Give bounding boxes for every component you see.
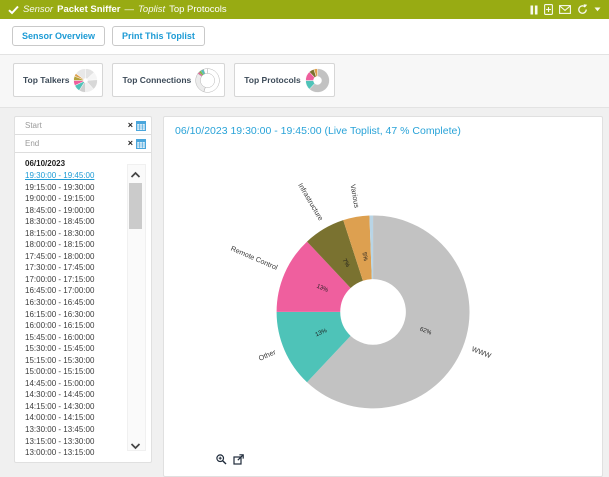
open-in-new-button[interactable] <box>233 454 244 465</box>
external-link-icon <box>233 454 244 465</box>
donut-chart-icon <box>304 67 331 94</box>
sensor-header: Sensor Packet Sniffer — Toplist Top Prot… <box>0 0 609 19</box>
chevron-down-icon <box>129 441 142 451</box>
envelope-icon <box>559 5 571 14</box>
tab-top-protocols[interactable]: Top Protocols <box>234 63 335 97</box>
toplist-chart-panel: 06/10/2023 19:30:00 - 19:45:00 (Live Top… <box>163 116 603 477</box>
calendar-icon <box>136 121 146 131</box>
tab-label: Top Connections <box>122 75 191 85</box>
segment-label: Other <box>257 348 277 363</box>
donut-segment <box>196 73 206 91</box>
sensor-type-label: Sensor <box>23 4 53 15</box>
scroll-up-button[interactable] <box>129 167 142 177</box>
caret-down-icon <box>594 7 601 12</box>
start-date-input[interactable] <box>23 120 125 131</box>
sensor-name: Packet Sniffer <box>57 4 120 15</box>
end-date-field-row: × <box>15 135 151 153</box>
toplist-label: Toplist <box>138 4 165 15</box>
toplist-name: Top Protocols <box>169 4 227 15</box>
chevron-up-icon <box>129 170 142 180</box>
pie-chart-icon <box>72 67 99 94</box>
zoom-chart-button[interactable] <box>216 454 227 465</box>
segment-label: Remote Control <box>230 245 280 272</box>
email-button[interactable] <box>559 5 571 14</box>
status-ok-icon <box>8 5 19 15</box>
pause-button[interactable] <box>530 5 538 15</box>
end-calendar-button[interactable] <box>136 139 146 149</box>
toplist-tabs: Top Talkers Top Connections Top Protocol… <box>0 55 609 108</box>
start-date-field-row: × <box>15 117 151 135</box>
period-sidebar: × × 06/10/2023 19:30:00 - 19:45:0019:15:… <box>14 116 152 463</box>
header-actions <box>530 4 601 15</box>
magnifier-icon <box>216 454 227 465</box>
separator-dash: — <box>124 4 134 15</box>
tab-top-connections[interactable]: Top Connections <box>112 63 225 97</box>
protocols-donut-chart: WWW62%Other13%Remote Control13%Infrastru… <box>164 117 602 476</box>
scrollbar-thumb[interactable] <box>129 183 142 229</box>
end-date-input[interactable] <box>23 138 125 149</box>
segment-label: Various <box>348 184 360 209</box>
calendar-icon <box>136 139 146 149</box>
refresh-menu-button[interactable] <box>594 7 601 12</box>
content-area: × × 06/10/2023 19:30:00 - 19:45:0019:15:… <box>0 108 609 477</box>
donut-chart-icon <box>194 67 221 94</box>
tab-label: Top Protocols <box>244 75 301 85</box>
report-icon <box>544 4 553 15</box>
segment-label: Infrastructure <box>296 182 324 222</box>
toolbar: Sensor Overview Print This Toplist <box>0 19 609 55</box>
chart-footer <box>216 454 244 465</box>
clear-end-icon[interactable]: × <box>128 139 133 148</box>
pause-icon <box>530 5 538 15</box>
segment-label: WWW <box>470 345 492 360</box>
refresh-button[interactable] <box>577 4 588 15</box>
report-button[interactable] <box>544 4 553 15</box>
start-calendar-button[interactable] <box>136 121 146 131</box>
scrollbar[interactable] <box>127 164 146 451</box>
tab-top-talkers[interactable]: Top Talkers <box>13 63 103 97</box>
sensor-overview-button[interactable]: Sensor Overview <box>12 26 105 46</box>
print-toplist-button[interactable]: Print This Toplist <box>112 26 205 46</box>
clear-start-icon[interactable]: × <box>128 121 133 130</box>
scroll-down-button[interactable] <box>129 438 142 448</box>
refresh-icon <box>577 4 588 15</box>
tab-label: Top Talkers <box>23 75 69 85</box>
